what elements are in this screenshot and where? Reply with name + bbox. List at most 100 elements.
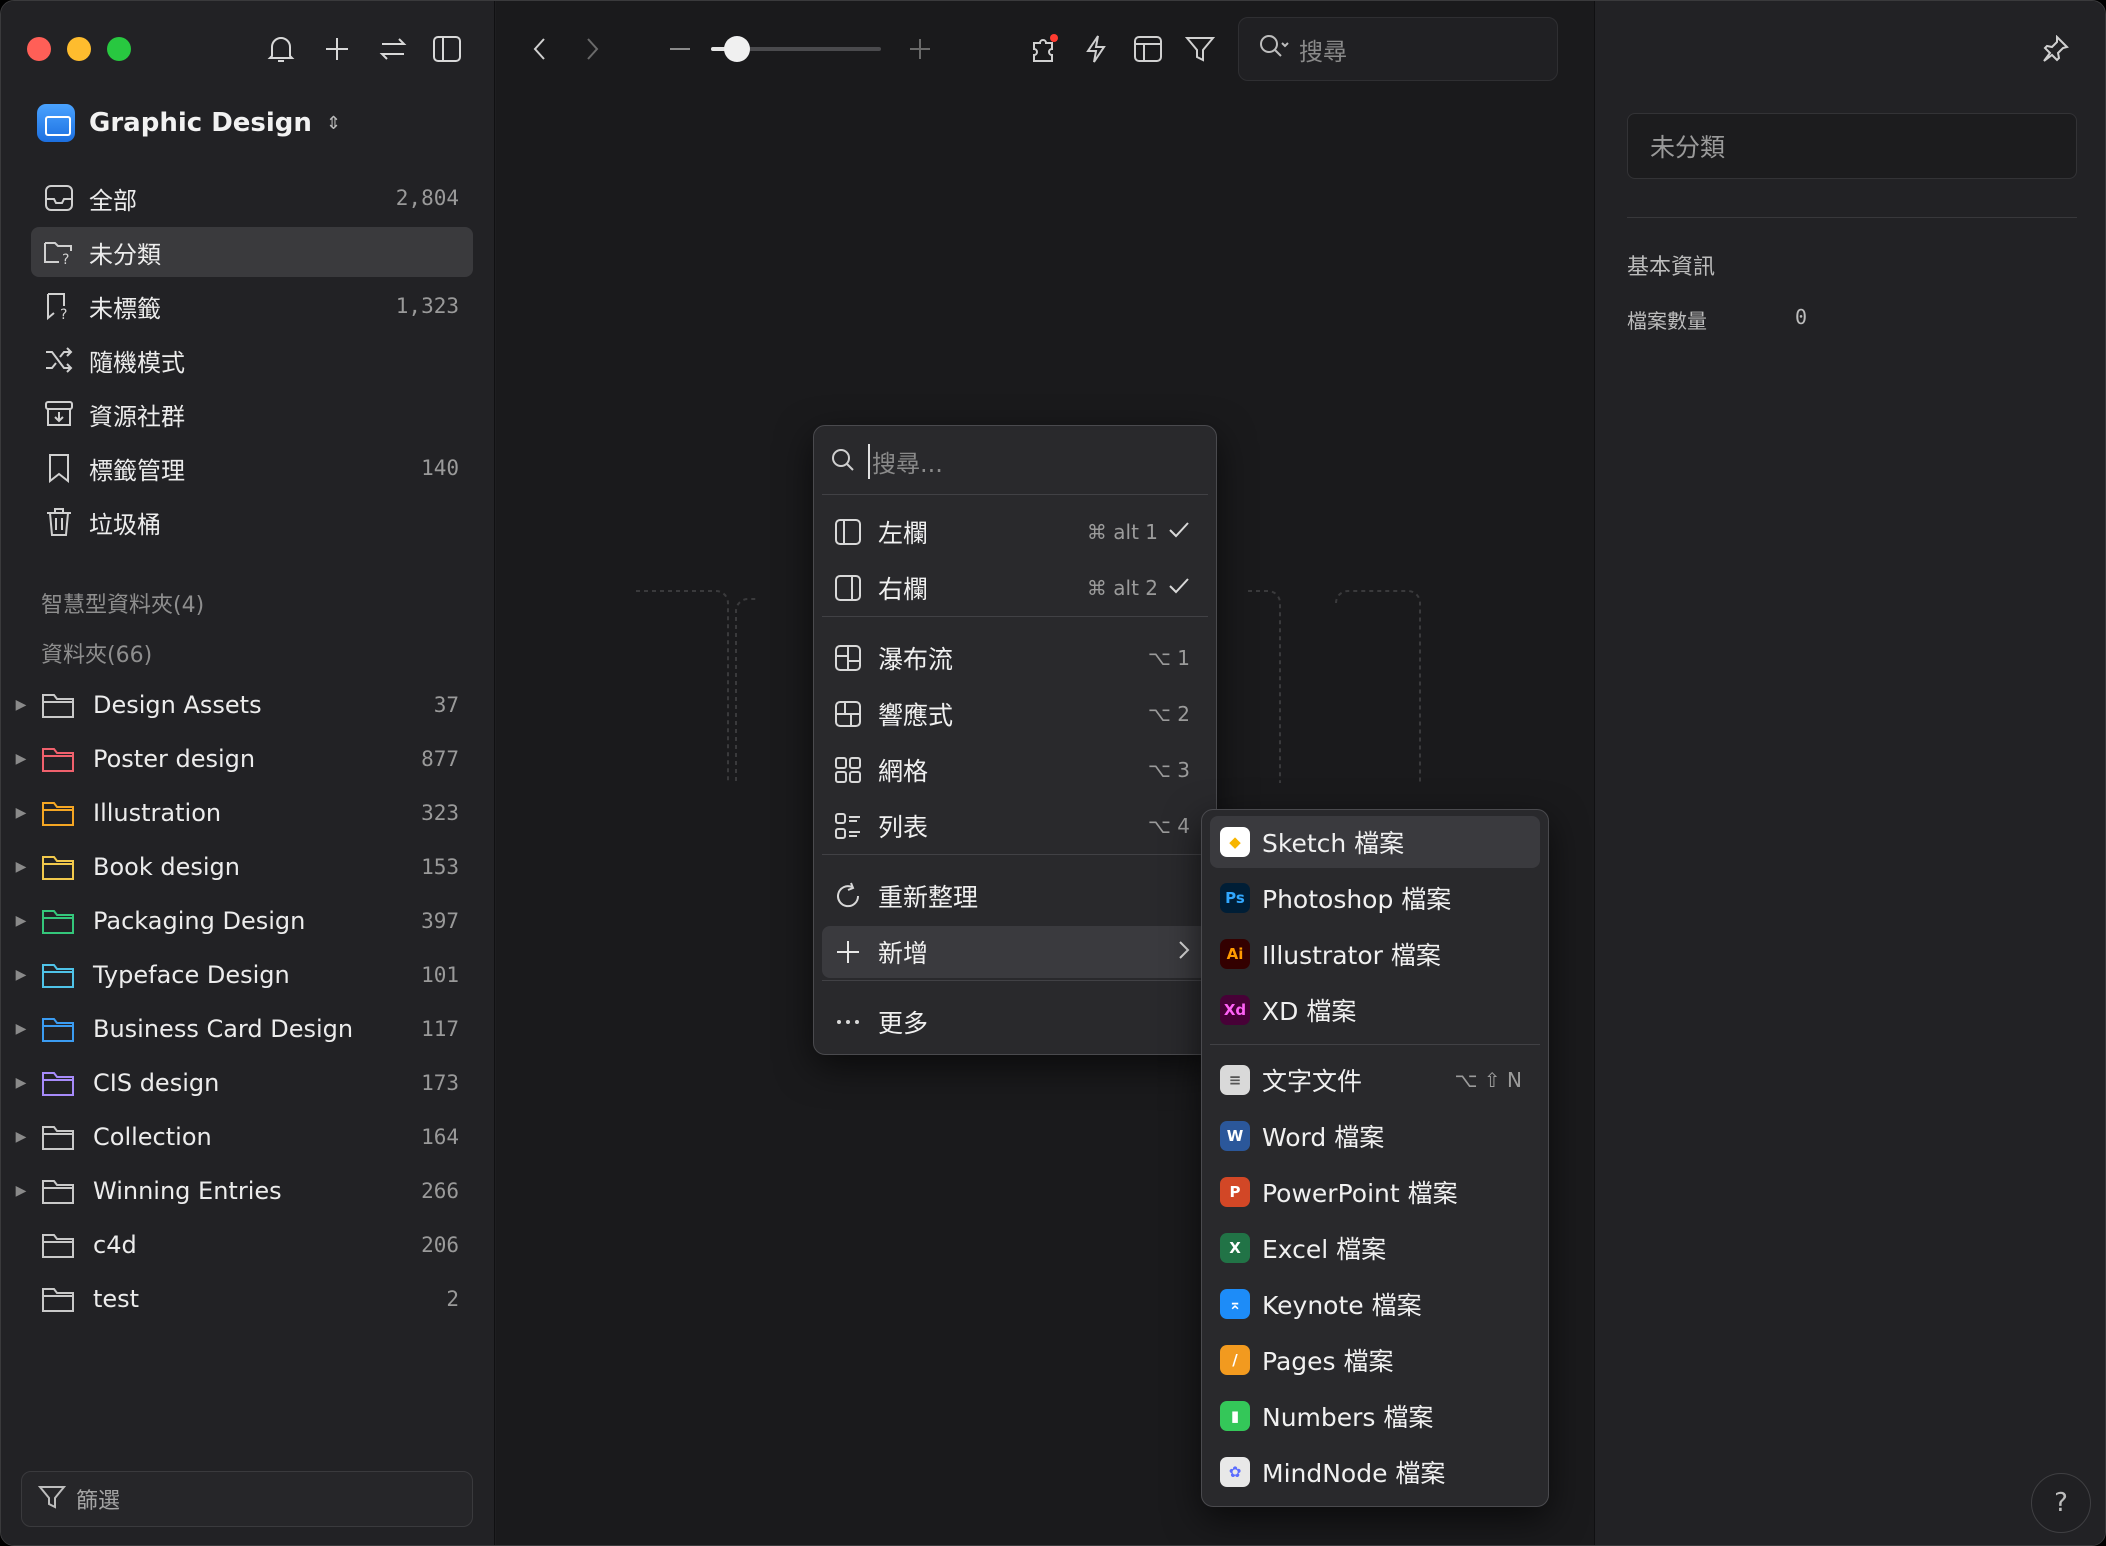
- zoom-slider[interactable]: [711, 36, 881, 62]
- folder-item[interactable]: ▶ Typeface Design 101: [1, 950, 473, 1000]
- disclosure-triangle-icon[interactable]: ▶: [1, 859, 41, 875]
- menu-item[interactable]: 響應式 ⌥ 2: [822, 688, 1208, 740]
- new-file-label: Sketch 檔案: [1262, 829, 1405, 858]
- folders-header[interactable]: 資料夾(66): [41, 637, 152, 669]
- forward-icon[interactable]: [572, 29, 612, 69]
- nav-item-untagged[interactable]: ? 未標籤 1,323: [31, 281, 473, 331]
- help-button[interactable]: ?: [2031, 1473, 2091, 1533]
- lightning-icon[interactable]: [1076, 29, 1116, 69]
- layout-icon[interactable]: [1128, 29, 1168, 69]
- close-window-button[interactable]: [27, 37, 51, 61]
- folder-item[interactable]: ▶ Winning Entries 266: [1, 1166, 473, 1216]
- pin-icon[interactable]: [2035, 29, 2075, 69]
- disclosure-triangle-icon[interactable]: ▶: [1, 1075, 41, 1091]
- nav-item-all[interactable]: 全部 2,804: [31, 173, 473, 223]
- search-icon: [1259, 34, 1289, 64]
- new-file-label: Numbers 檔案: [1262, 1403, 1434, 1432]
- menu-item[interactable]: 左欄 ⌘ alt 1: [822, 506, 1208, 558]
- folder-item[interactable]: ▶ Design Assets 37: [1, 680, 473, 730]
- folder-item[interactable]: ▶ Book design 153: [1, 842, 473, 892]
- folder-item[interactable]: ▶ CIS design 173: [1, 1058, 473, 1108]
- new-file-submenu: ◆ Sketch 檔案 Ps Photoshop 檔案 Ai Illustrator 檔案…: [1201, 809, 1549, 1507]
- menu-item[interactable]: 網格 ⌥ 3: [822, 744, 1208, 796]
- new-file-item[interactable]: Xd XD 檔案: [1210, 984, 1540, 1036]
- folder-item[interactable]: ▶ Poster design 877: [1, 734, 473, 784]
- folder-item[interactable]: ▶ Packaging Design 397: [1, 896, 473, 946]
- folder-label: CIS design: [93, 1069, 220, 1097]
- new-file-item[interactable]: ◆ Sketch 檔案: [1210, 816, 1540, 868]
- nav-count: 2,804: [395, 186, 459, 210]
- search-input[interactable]: 搜尋: [1238, 17, 1558, 81]
- nav-item-random[interactable]: 隨機模式: [31, 335, 473, 385]
- refresh-icon: [830, 878, 866, 914]
- folder-item[interactable]: ▶ Business Card Design 117: [1, 1004, 473, 1054]
- menu-search-input[interactable]: 搜尋...: [868, 444, 943, 479]
- folder-label: Book design: [93, 853, 240, 881]
- new-file-item[interactable]: ≡ 文字文件 ⌥ ⇧ N: [1210, 1054, 1540, 1106]
- bell-icon[interactable]: [261, 29, 301, 69]
- new-file-item[interactable]: P PowerPoint 檔案: [1210, 1166, 1540, 1218]
- library-title: Graphic Design: [89, 108, 312, 138]
- library-switcher[interactable]: Graphic Design ⇕: [37, 101, 341, 145]
- menu-search[interactable]: 搜尋...: [830, 444, 943, 479]
- zoom-slider-knob[interactable]: [723, 36, 750, 62]
- sidebar-toggle-icon[interactable]: [427, 29, 467, 69]
- menu-item[interactable]: 瀑布流 ⌥ 1: [822, 632, 1208, 684]
- file-type-icon: X: [1220, 1233, 1250, 1263]
- new-file-item[interactable]: W Word 檔案: [1210, 1110, 1540, 1162]
- search-icon: [830, 447, 856, 477]
- tray-icon: [39, 178, 79, 218]
- minimize-window-button[interactable]: [67, 37, 91, 61]
- disclosure-triangle-icon[interactable]: ▶: [1, 967, 41, 983]
- folder-name-field[interactable]: 未分類: [1627, 113, 2077, 179]
- folder-item[interactable]: ▶ Collection 164: [1, 1112, 473, 1162]
- new-file-label: Illustrator 檔案: [1262, 941, 1441, 970]
- nav-item-trash[interactable]: 垃圾桶: [31, 497, 473, 547]
- zoom-in-icon[interactable]: [900, 29, 940, 69]
- menu-item[interactable]: 右欄 ⌘ alt 2: [822, 562, 1208, 614]
- folder-count: 397: [421, 909, 459, 933]
- menu-item[interactable]: 重新整理: [822, 870, 1208, 922]
- menu-item[interactable]: 更多: [822, 996, 1208, 1048]
- folder-item[interactable]: ▶ Illustration 323: [1, 788, 473, 838]
- disclosure-triangle-icon[interactable]: ▶: [1, 1129, 41, 1145]
- folder-item[interactable]: test 2: [1, 1274, 473, 1324]
- new-file-item[interactable]: ▮ Numbers 檔案: [1210, 1390, 1540, 1442]
- nav-item-community[interactable]: 資源社群: [31, 389, 473, 439]
- menu-item-accessory: [1178, 940, 1190, 965]
- menu-item-label: 新增: [878, 939, 929, 968]
- new-file-item[interactable]: / Pages 檔案: [1210, 1334, 1540, 1386]
- nav-item-uncategorized[interactable]: ? 未分類: [31, 227, 473, 277]
- plugin-icon[interactable]: [1024, 29, 1064, 69]
- new-file-item[interactable]: Ai Illustrator 檔案: [1210, 928, 1540, 980]
- filter-bar[interactable]: 篩選: [21, 1471, 473, 1527]
- menu-item-label: 更多: [878, 1009, 929, 1038]
- new-file-item[interactable]: X Excel 檔案: [1210, 1222, 1540, 1274]
- menu-separator: [822, 980, 1208, 981]
- filter-icon[interactable]: [1180, 29, 1220, 69]
- right-panel-icon: [830, 570, 866, 606]
- disclosure-triangle-icon[interactable]: ▶: [1, 697, 41, 713]
- zoom-out-icon[interactable]: [660, 29, 700, 69]
- disclosure-triangle-icon[interactable]: ▶: [1, 1183, 41, 1199]
- back-icon[interactable]: [520, 29, 560, 69]
- folder-label: Packaging Design: [93, 907, 306, 935]
- disclosure-triangle-icon[interactable]: ▶: [1, 1021, 41, 1037]
- disclosure-triangle-icon[interactable]: ▶: [1, 751, 41, 767]
- disclosure-triangle-icon[interactable]: ▶: [1, 913, 41, 929]
- nav-item-tag-manager[interactable]: 標籤管理 140: [31, 443, 473, 493]
- new-file-item[interactable]: Ps Photoshop 檔案: [1210, 872, 1540, 924]
- swap-icon[interactable]: [373, 29, 413, 69]
- zoom-window-button[interactable]: [107, 37, 131, 61]
- menu-item[interactable]: 列表 ⌥ 4: [822, 800, 1208, 852]
- new-file-item[interactable]: ✿ MindNode 檔案: [1210, 1446, 1540, 1498]
- folder-label: Winning Entries: [93, 1177, 282, 1205]
- menu-item[interactable]: 新增: [822, 926, 1208, 978]
- file-type-icon: W: [1220, 1121, 1250, 1151]
- disclosure-triangle-icon[interactable]: ▶: [1, 805, 41, 821]
- folder-item[interactable]: c4d 206: [1, 1220, 473, 1270]
- new-file-item[interactable]: ⌅ Keynote 檔案: [1210, 1278, 1540, 1330]
- menu-item-label: 響應式: [878, 701, 954, 730]
- plus-icon[interactable]: [317, 29, 357, 69]
- smart-folders-header[interactable]: 智慧型資料夾(4): [41, 587, 204, 619]
